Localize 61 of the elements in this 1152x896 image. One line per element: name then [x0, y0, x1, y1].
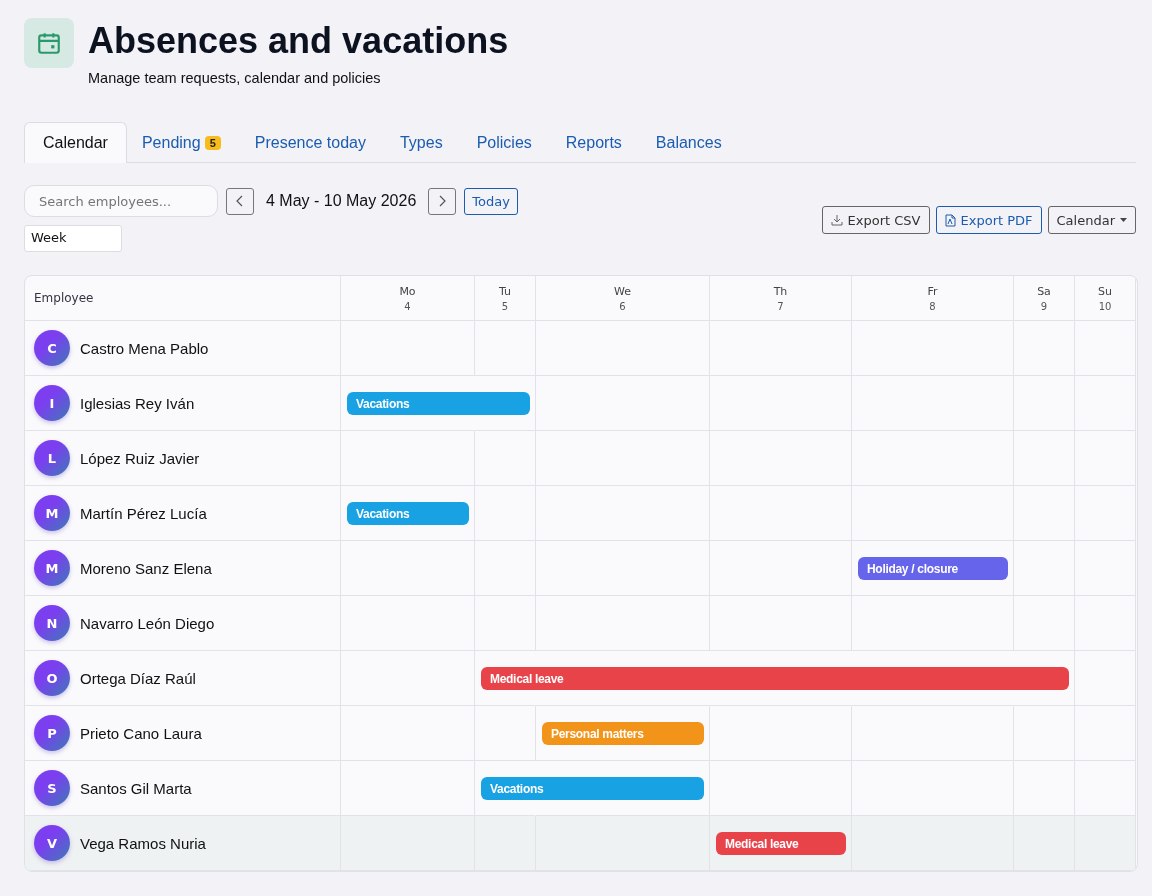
employee-name: Santos Gil Marta [80, 779, 192, 797]
day-cell [475, 431, 536, 486]
caret-icon [1120, 218, 1127, 222]
date-range: 4 May - 10 May 2026 [266, 192, 417, 210]
avatar: L [34, 440, 70, 476]
day-cell [475, 596, 536, 651]
absence-bar[interactable]: Medical leave [481, 667, 1069, 690]
tab[interactable]: Calendar [24, 122, 127, 163]
document-icon [944, 213, 956, 227]
avatar: P [34, 715, 70, 751]
day-name: Sa [1037, 284, 1051, 298]
day-date: 8 [929, 300, 936, 312]
avatar: O [34, 660, 70, 696]
employee-name: Vega Ramos Nuria [80, 834, 206, 852]
count-badge: 5 [204, 135, 221, 150]
day-name: Tu [499, 284, 511, 298]
absence-bar[interactable]: Medical leave [716, 832, 846, 855]
export-csv-button[interactable]: Export CSV [821, 206, 930, 234]
avatar: M [34, 550, 70, 586]
calendar-icon [36, 30, 62, 56]
day-date: 5 [501, 300, 509, 312]
employee-name: Martín Pérez Lucía [80, 504, 207, 522]
day-date: 7 [777, 300, 784, 312]
avatar: I [34, 385, 70, 421]
day-date: 9 [1040, 300, 1048, 312]
avatar: N [34, 605, 70, 641]
employee-name: Ortega Díaz Raúl [80, 669, 196, 687]
page-title: Absences and vacations [88, 19, 510, 63]
day-date: 6 [619, 300, 626, 312]
chevron-right-icon [437, 195, 448, 207]
avatar: C [34, 330, 70, 366]
day-name: Fr [927, 284, 938, 298]
export-pdf-button[interactable]: Export PDF [935, 206, 1042, 234]
day-name: Su [1098, 284, 1112, 298]
avatar: S [34, 770, 70, 806]
day-name: Mo [399, 284, 416, 298]
absence-bar[interactable]: Holiday / closure [858, 557, 1008, 580]
today-button[interactable]: Today [464, 187, 518, 215]
calendar-dropdown[interactable]: Calendar [1047, 206, 1136, 234]
employee-name: Moreno Sanz Elena [80, 559, 212, 577]
next-button[interactable] [428, 187, 457, 215]
day-name: We [614, 284, 631, 298]
day-name: Th [773, 284, 788, 298]
day-cell [1014, 596, 1075, 651]
search-field[interactable]: Search employees... [24, 185, 218, 217]
avatar: V [34, 825, 70, 861]
day-cell [1014, 431, 1075, 486]
day-date: 4 [404, 300, 411, 312]
view-select[interactable]: Week [24, 225, 122, 252]
avatar: M [34, 495, 70, 531]
download-icon [830, 214, 843, 226]
day-date: 10 [1098, 300, 1112, 312]
employee-name: Navarro León Diego [80, 614, 215, 632]
employee-name: Iglesias Rey Iván [80, 394, 195, 412]
column-header: Employee [25, 276, 341, 321]
employee-name: Prieto Cano Laura [80, 724, 202, 742]
previous-button[interactable] [226, 187, 254, 215]
employee-name: Castro Mena Pablo [80, 339, 209, 357]
employee-name: López Ruiz Javier [80, 449, 200, 467]
page-subtitle: Manage team requests, calendar and policies [88, 70, 382, 86]
chevron-left-icon [235, 195, 245, 207]
